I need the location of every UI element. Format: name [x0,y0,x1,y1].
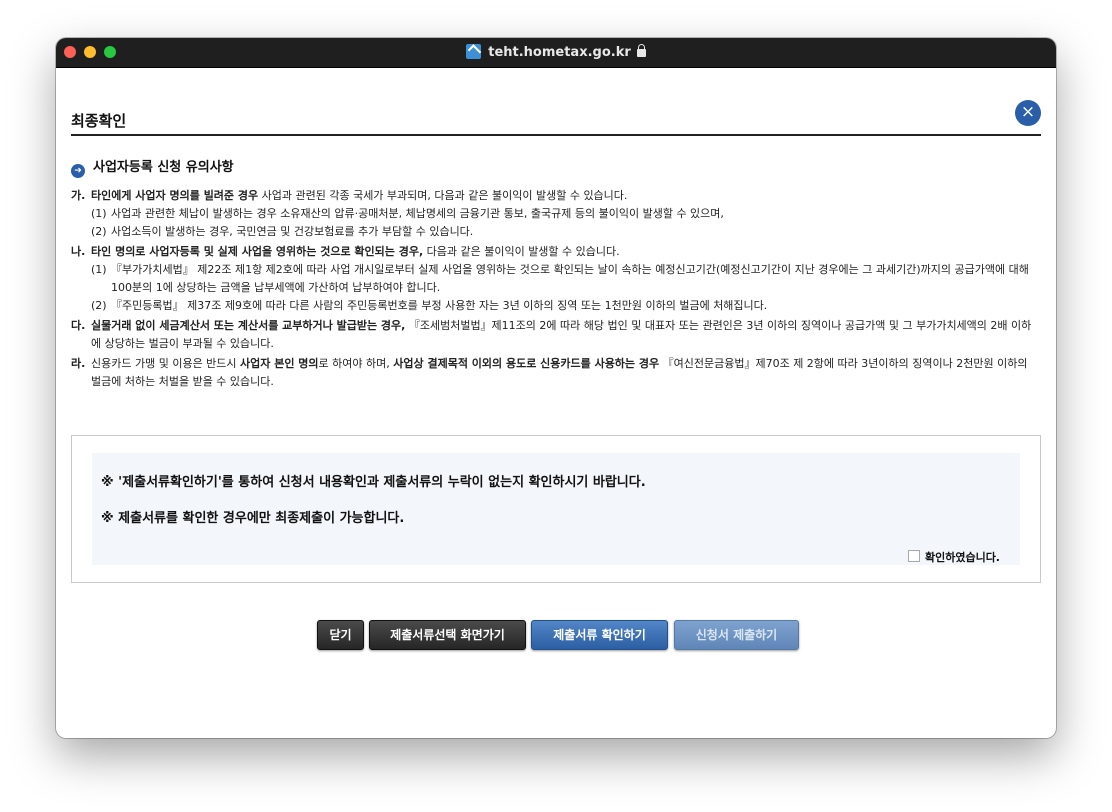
confirm-checkbox-label: 확인하였습니다. [924,551,1000,564]
lock-icon [636,44,646,57]
notice-list: 가. 타인에게 사업자 명의를 빌려준 경우 사업과 관련된 각종 국세가 부과… [71,187,1041,393]
notice-lead: 가. [71,189,86,202]
hometax-favicon-icon [466,44,482,59]
dialog-title: 최종확인 [71,112,127,130]
title-divider [71,134,1041,136]
check-docs-button[interactable]: 제출서류 확인하기 [531,620,668,650]
address-bar[interactable]: teht.hometax.go.kr [56,44,1056,61]
notice-lead: 다. [71,319,86,332]
confirm-message-2: ※ 제출서류를 확인한 경우에만 최종제출이 가능합니다. [101,511,405,526]
notice-sub-item: (1) 사업과 관련한 체납이 발생하는 경우 소유재산의 압류·공매처분, 체… [91,205,1041,223]
notice-lead: 나. [71,245,86,258]
sub-number: (1) [91,207,107,220]
sub-number: (2) [91,225,107,238]
confirm-checkbox[interactable] [907,550,920,562]
sub-text: 사업과 관련한 체납이 발생하는 경우 소유재산의 압류·공매처분, 체납명세의… [111,207,724,220]
notice-sub-item: (2) 사업소득이 발생하는 경우, 국민연금 및 건강보험료를 추가 부담할 … [91,223,1041,241]
notice-lead: 라. [71,357,86,370]
sub-text: 『주민등록법』 제37조 제9호에 따라 다른 사람의 주민등록번호를 부정 사… [111,299,768,312]
notice-bold: 실물거래 없이 세금계산서 또는 계산서를 교부하거나 발급받는 경우, [91,319,406,332]
url-text: teht.hometax.go.kr [488,45,631,60]
notice-bold: 사업자 본인 명의 [240,357,319,370]
notice-text: 로 하여야 하며, [318,357,394,370]
sub-text: 『부가가치세법』 제22조 제1항 제2호에 따라 사업 개시일로부터 실제 사… [111,263,1029,294]
notice-sub-item: (2) 『주민등록법』 제37조 제9호에 따라 다른 사람의 주민등록번호를 … [91,297,1041,315]
notice-bold: 타인 명의로 사업자등록 및 실제 사업을 영위하는 것으로 확인되는 경우, [91,245,424,258]
notice-text: 신용카드 가맹 및 이용은 반드시 [91,357,241,370]
title-bar: teht.hometax.go.kr [56,38,1056,68]
goto-select-docs-button[interactable]: 제출서류선택 화면가기 [369,620,526,650]
notice-bold: 사업상 결제목적 이외의 용도로 신용카드를 사용하는 경우 [393,357,660,370]
notice-item-na: 나. 타인 명의로 사업자등록 및 실제 사업을 영위하는 것으로 확인되는 경… [71,243,1041,315]
dialog-close-icon[interactable]: × [1015,100,1041,126]
confirm-box: ※ '제출서류확인하기'를 통하여 신청서 내용확인과 제출서류의 누락이 없는… [71,435,1041,583]
notice-item-ra: 라. 신용카드 가맹 및 이용은 반드시 사업자 본인 명의로 하여야 하며, … [71,355,1041,391]
submit-application-button[interactable]: 신청서 제출하기 [674,620,799,650]
notice-item-da: 다. 실물거래 없이 세금계산서 또는 계산서를 교부하거나 발급받는 경우, … [71,317,1041,353]
close-button[interactable]: 닫기 [317,620,364,650]
notice-text: 사업과 관련된 각종 국세가 부과되며, 다음과 같은 불이익이 발생할 수 있… [258,189,628,202]
notice-text: 다음과 같은 불이익이 발생할 수 있습니다. [423,245,620,258]
section-heading: ➜ 사업자등록 신청 유의사항 [71,156,234,178]
section-title: 사업자등록 신청 유의사항 [93,160,234,175]
arrow-circle-icon: ➜ [71,164,85,178]
confirm-message-1: ※ '제출서류확인하기'를 통하여 신청서 내용확인과 제출서류의 누락이 없는… [101,475,646,490]
notice-sub-item: (1) 『부가가치세법』 제22조 제1항 제2호에 따라 사업 개시일로부터 … [91,261,1041,297]
notice-bold: 타인에게 사업자 명의를 빌려준 경우 [91,189,259,202]
confirm-checkbox-wrap[interactable]: 확인하였습니다. [907,549,1000,565]
sub-number: (2) [91,299,107,312]
confirm-panel: ※ '제출서류확인하기'를 통하여 신청서 내용확인과 제출서류의 누락이 없는… [92,453,1020,565]
sub-text: 사업소득이 발생하는 경우, 국민연금 및 건강보험료를 추가 부담할 수 있습… [111,225,474,238]
browser-window: teht.hometax.go.kr 최종확인 × ➜ 사업자등록 신청 유의사항… [56,38,1056,738]
sub-number: (1) [91,263,107,276]
notice-item-ga: 가. 타인에게 사업자 명의를 빌려준 경우 사업과 관련된 각종 국세가 부과… [71,187,1041,241]
